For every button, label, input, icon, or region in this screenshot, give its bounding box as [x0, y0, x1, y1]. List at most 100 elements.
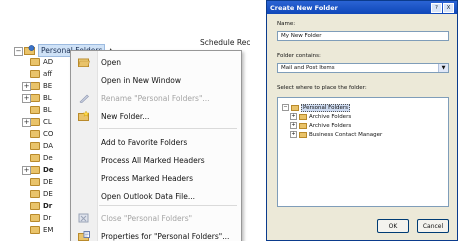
folder-list-item-label: DE: [43, 190, 53, 198]
dialog-title: Create New Folder: [270, 3, 338, 12]
folder-icon: [30, 226, 40, 234]
ok-button[interactable]: OK: [377, 219, 409, 233]
folder-contains-select[interactable]: Mail and Post Items ▼: [277, 63, 449, 73]
create-new-folder-dialog: Create New Folder ? X Name: My New Folde…: [266, 0, 458, 241]
expand-toggle[interactable]: −: [282, 104, 289, 111]
context-menu-item-label: Close "Personal Folders": [101, 213, 193, 223]
folder-location-tree: − Personal Folders + Archive Folders + Archiv…: [277, 97, 449, 207]
expand-toggle[interactable]: +: [22, 166, 31, 175]
new-folder-icon: [71, 107, 97, 125]
folder-icon: [30, 118, 40, 126]
context-menu-item-label: Open in New Window: [101, 75, 181, 85]
folder-list-item[interactable]: De: [30, 165, 70, 175]
name-label: Name:: [277, 21, 296, 27]
context-menu-item-label: New Folder...: [101, 111, 150, 121]
folder-icon: [30, 214, 40, 222]
folder-icon: [299, 131, 307, 138]
folder-icon: [30, 202, 40, 210]
menu-item-icon-slot: [71, 151, 97, 169]
folder-icon: [30, 130, 40, 138]
folder-list-item-label: De: [43, 166, 54, 174]
folder-tree-node[interactable]: + Archive Folders: [290, 121, 351, 130]
folder-contains-value: Mail and Post Items: [281, 65, 335, 71]
folder-icon: [30, 106, 40, 114]
folder-list-item[interactable]: Dr: [30, 213, 70, 223]
folder-list-item[interactable]: aff: [30, 69, 70, 79]
folder-list-item[interactable]: DE: [30, 177, 70, 187]
context-menu-item[interactable]: New Folder...: [71, 107, 241, 125]
folder-tree-node-label: Business Contact Manager: [309, 131, 383, 138]
context-menu-item[interactable]: Process All Marked Headers: [71, 151, 241, 169]
folder-list-item[interactable]: CL: [30, 117, 70, 127]
personal-folders-icon: [24, 45, 35, 55]
context-menu-item[interactable]: Close "Personal Folders": [71, 209, 241, 227]
collapse-toggle-root[interactable]: −: [14, 47, 23, 56]
folder-list-item[interactable]: BE: [30, 81, 70, 91]
context-menu-item[interactable]: Properties for "Personal Folders"...: [71, 227, 241, 241]
folder-icon: [299, 122, 307, 129]
menu-item-icon-slot: [71, 187, 97, 205]
folder-list-item[interactable]: DA: [30, 141, 70, 151]
context-menu: Open Open in New Window Rename "Personal F…: [70, 50, 242, 241]
expand-toggle[interactable]: +: [22, 118, 31, 127]
folder-icon: [30, 70, 40, 78]
folder-list-item-label: EM: [43, 226, 54, 234]
folder-list-item[interactable]: Dr: [30, 201, 70, 211]
context-menu-item-label: Process All Marked Headers: [101, 155, 205, 165]
folder-list-item[interactable]: AD: [30, 57, 70, 67]
menu-item-icon-slot: [71, 133, 97, 151]
folder-list-item[interactable]: DE: [30, 189, 70, 199]
folder-list-item[interactable]: De: [30, 153, 70, 163]
folder-list-item[interactable]: BL: [30, 93, 70, 103]
folder-tree-node-label: Personal Folders: [301, 103, 350, 112]
expand-toggle[interactable]: +: [290, 131, 297, 138]
outlook-folder-pane: Schedule Recur... − Personal Folders ▲ A…: [0, 0, 250, 241]
context-menu-item-label: Open Outlook Data File...: [101, 191, 195, 201]
chevron-down-icon[interactable]: ▼: [438, 64, 448, 72]
folder-list-item-label: AD: [43, 58, 54, 66]
dialog-titlebar: Create New Folder ? X: [267, 1, 457, 14]
folder-tree-node[interactable]: + Business Contact Manager: [290, 130, 382, 139]
expand-toggle[interactable]: +: [290, 113, 297, 120]
context-menu-item[interactable]: Add to Favorite Folders: [71, 133, 241, 151]
expand-toggle[interactable]: +: [22, 82, 31, 91]
folder-list-item[interactable]: EM: [30, 225, 70, 235]
close-button[interactable]: X: [443, 2, 454, 13]
folder-list-item[interactable]: BL: [30, 105, 70, 115]
folder-icon: [30, 94, 40, 102]
folder-list-item-label: Dr: [43, 202, 53, 210]
context-menu-item-label: Open: [101, 57, 122, 67]
context-menu-item[interactable]: Rename "Personal Folders"...: [71, 89, 241, 107]
context-menu-item-label: Rename "Personal Folders"...: [101, 93, 210, 103]
folder-list-item-label: DA: [43, 142, 54, 150]
folder-icon: [30, 178, 40, 186]
open-folder-icon: [71, 53, 97, 71]
context-menu-item[interactable]: Process Marked Headers: [71, 169, 241, 187]
context-menu-item[interactable]: Open: [71, 53, 241, 71]
context-menu-item[interactable]: Open Outlook Data File...: [71, 187, 241, 205]
place-folder-label: Select where to place the folder:: [277, 85, 367, 91]
rename-icon: [71, 89, 97, 107]
folder-name-input[interactable]: My New Folder: [277, 31, 449, 41]
folder-tree-node-label: Archive Folders: [309, 113, 352, 120]
folder-icon: [30, 58, 40, 66]
menu-separator: [99, 128, 237, 129]
menu-item-icon-slot: [71, 71, 97, 89]
folder-tree-node[interactable]: − Personal Folders: [282, 103, 350, 112]
folder-tree-node-label: Archive Folders: [309, 122, 352, 129]
expand-toggle[interactable]: +: [290, 122, 297, 129]
folder-list-item-label: BL: [43, 94, 52, 102]
context-menu-item-label: Add to Favorite Folders: [101, 137, 188, 147]
context-menu-item[interactable]: Open in New Window: [71, 71, 241, 89]
truncated-header-text: Schedule Recur...: [200, 38, 250, 47]
menu-separator: [99, 205, 237, 206]
close-data-file-icon: [71, 209, 97, 227]
folder-icon: [30, 166, 40, 174]
folder-list-item[interactable]: CO: [30, 129, 70, 139]
cancel-button[interactable]: Cancel: [417, 219, 449, 233]
folder-tree-node[interactable]: + Archive Folders: [290, 112, 351, 121]
help-button[interactable]: ?: [431, 2, 442, 13]
expand-toggle[interactable]: +: [22, 94, 31, 103]
folder-list-item-label: CO: [43, 130, 54, 138]
folder-list-item-label: De: [43, 154, 53, 162]
